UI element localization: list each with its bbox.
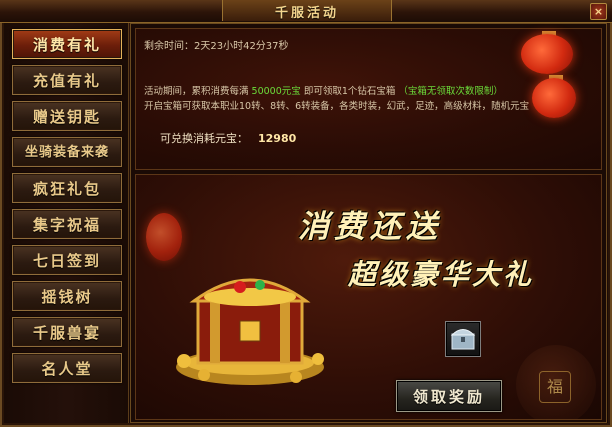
sidebar-item-beast-feast[interactable]: 千服兽宴 [12,317,122,347]
promo-banner: 消费还送 超级豪华大礼 福 领取奖励 [135,174,602,420]
silver-chest-icon [450,329,476,350]
redeem-value: 12980 [258,132,297,145]
sidebar-item-money-tree[interactable]: 摇钱树 [12,281,122,311]
fortune-char: 福 [539,371,571,403]
activity-info-panel: 剩余时间：2天23小时42分37秒 活动期间，累积消费每满 50000元宝 即可… [135,28,602,170]
sidebar-item-crazy-pack[interactable]: 疯狂礼包 [12,173,122,203]
redeem-label: 可兑换消耗元宝： [160,132,248,145]
title-plate: 千服活动 [222,0,392,21]
title-bar: 千服活动 × [0,0,612,23]
sidebar-item-mount-equip[interactable]: 坐骑装备来袭 [12,137,122,167]
desc-text: 活动期间，累积消费每满 [144,86,249,97]
close-button[interactable]: × [590,3,607,20]
sidebar-item-recharge-gift[interactable]: 充值有礼 [12,65,122,95]
banner-slogan-line2: 超级豪华大礼 [348,258,535,291]
claim-reward-button[interactable]: 领取奖励 [396,380,502,412]
desc-text: 即可领取1个钻石宝箱 [303,86,396,97]
sidebar-item-gift-key[interactable]: 赠送钥匙 [12,101,122,131]
treasure-chest-icon [176,278,324,385]
desc-note: （宝箱无领取次数限制） [398,86,503,97]
desc-amount: 50000元宝 [251,86,301,97]
activity-description-line2: 开启宝箱可获取本职业10转、8转、6转装备，各类时装，幻武，足迹，高级材料，随机… [144,101,530,112]
reward-item-slot[interactable] [445,321,481,357]
activity-description-line1: 活动期间，累积消费每满 50000元宝 即可领取1个钻石宝箱 （宝箱无领取次数限… [144,83,503,97]
sidebar-item-hall-of-fame[interactable]: 名人堂 [12,353,122,383]
countdown-text: 剩余时间：2天23小时42分37秒 [144,41,289,52]
window-title: 千服活动 [274,6,339,21]
close-icon: × [593,5,604,18]
content-panel: 剩余时间：2天23小时42分37秒 活动期间，累积消费每满 50000元宝 即可… [130,23,607,423]
sidebar: 消费有礼 充值有礼 赠送钥匙 坐骑装备来袭 疯狂礼包 集字祝福 七日签到 摇钱树… [4,23,129,423]
sidebar-item-collect-words[interactable]: 集字祝福 [12,209,122,239]
sidebar-item-seven-day-signin[interactable]: 七日签到 [12,245,122,275]
event-window: 千服活动 × 消费有礼 充值有礼 赠送钥匙 坐骑装备来袭 疯狂礼包 集字祝福 七… [0,0,612,427]
sidebar-item-consume-gift[interactable]: 消费有礼 [12,29,122,59]
redeemable-yuanbao: 可兑换消耗元宝： 12980 [160,130,296,146]
